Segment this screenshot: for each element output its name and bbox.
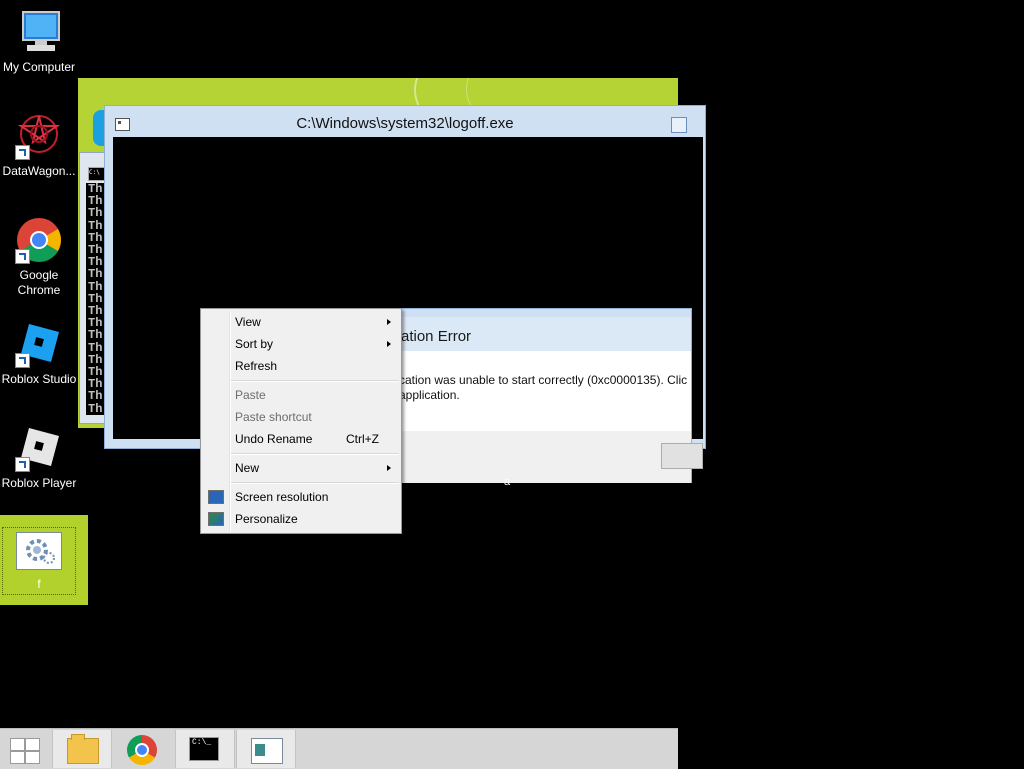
- datawagon-icon: [15, 112, 63, 160]
- ok-button[interactable]: [661, 443, 703, 469]
- desktop-icon-roblox-player[interactable]: Roblox Player: [0, 424, 78, 491]
- taskbar-file-explorer[interactable]: [52, 730, 112, 768]
- menu-separator: [231, 453, 399, 455]
- stray-text: a: [504, 476, 511, 488]
- window-title: C:\Windows\system32\logoff.exe: [296, 115, 514, 132]
- dialog-message-line: application.: [399, 388, 460, 402]
- desktop-icon-label: f: [37, 577, 41, 591]
- menu-item-label: View: [235, 315, 261, 329]
- menu-item-undo-rename[interactable]: Undo Rename Ctrl+Z: [201, 428, 401, 450]
- folder-icon: [67, 734, 99, 764]
- menu-item-label: Screen resolution: [235, 490, 329, 504]
- shortcut-arrow-icon: [15, 249, 30, 264]
- menu-item-label: Personalize: [235, 512, 298, 526]
- menu-item-paste-shortcut[interactable]: Paste shortcut: [201, 406, 401, 428]
- menu-item-label: New: [235, 461, 260, 475]
- menu-item-view[interactable]: View: [201, 311, 401, 333]
- chrome-icon: [15, 216, 63, 264]
- desktop-icon-label: Roblox Studio: [1, 372, 77, 386]
- menu-item-sort-by[interactable]: Sort by: [201, 333, 401, 355]
- menu-item-label: Sort by: [235, 337, 274, 351]
- menu-separator: [231, 380, 399, 382]
- shortcut-arrow-icon: [15, 145, 30, 160]
- dialog-message: cation was unable to start correctly (0x…: [399, 373, 687, 403]
- menu-item-new[interactable]: New: [201, 457, 401, 479]
- desktop-icon-google-chrome[interactable]: Google Chrome: [0, 216, 78, 298]
- personalize-icon: [208, 512, 224, 526]
- shortcut-arrow-icon: [15, 353, 30, 368]
- desktop-icon-label: DataWagon...: [2, 164, 76, 178]
- desktop-icon-my-computer[interactable]: My Computer: [0, 8, 78, 75]
- submenu-arrow-icon: [387, 319, 391, 325]
- dialog-message-line: cation was unable to start correctly (0x…: [399, 373, 688, 387]
- menu-item-label: Refresh: [235, 359, 278, 373]
- dialog-footer: [399, 431, 703, 483]
- taskbar: C:\_: [0, 728, 678, 769]
- dialog-title: ation Error: [399, 317, 691, 351]
- desktop-icon-label: My Computer: [2, 60, 76, 74]
- application-error-dialog[interactable]: ation Error cation was unable to start c…: [390, 308, 703, 483]
- menu-item-label: Paste shortcut: [235, 410, 312, 424]
- computer-icon: [15, 8, 63, 56]
- menu-item-refresh[interactable]: Refresh: [201, 355, 401, 377]
- shortcut-arrow-icon: [15, 457, 30, 472]
- taskbar-app-window[interactable]: [236, 730, 296, 768]
- start-button[interactable]: [0, 730, 58, 768]
- desktop-context-menu: View Sort by Refresh Paste Paste shortcu…: [200, 308, 402, 534]
- desktop-icon-label: Google Chrome: [17, 268, 61, 297]
- menu-item-label: Undo Rename: [235, 432, 313, 446]
- maximize-button[interactable]: [671, 117, 687, 133]
- menu-separator: [231, 482, 399, 484]
- app-window-icon: [251, 738, 283, 764]
- display-icon: [208, 490, 224, 504]
- settings-app-icon: [16, 532, 62, 570]
- desktop-icon-label: Roblox Player: [1, 476, 77, 490]
- desktop-icon-f-selected[interactable]: f: [0, 515, 88, 605]
- taskbar-google-chrome[interactable]: [113, 730, 171, 768]
- desktop-icon-roblox-studio[interactable]: Roblox Studio: [0, 320, 78, 387]
- submenu-arrow-icon: [387, 341, 391, 347]
- cmd-icon: C:\_: [189, 737, 219, 761]
- submenu-arrow-icon: [387, 465, 391, 471]
- roblox-player-icon: [15, 424, 63, 472]
- menu-item-screen-resolution[interactable]: Screen resolution: [201, 486, 401, 508]
- windows-logo-icon: [10, 738, 40, 764]
- chrome-icon: [127, 735, 157, 765]
- roblox-studio-icon: [15, 320, 63, 368]
- taskbar-command-prompt[interactable]: C:\_: [175, 730, 235, 768]
- menu-item-personalize[interactable]: Personalize: [201, 508, 401, 530]
- menu-item-label: Paste: [235, 388, 266, 402]
- menu-item-paste[interactable]: Paste: [201, 384, 401, 406]
- menu-item-shortcut: Ctrl+Z: [346, 432, 379, 446]
- desktop-icon-datawagon[interactable]: DataWagon...: [0, 112, 78, 179]
